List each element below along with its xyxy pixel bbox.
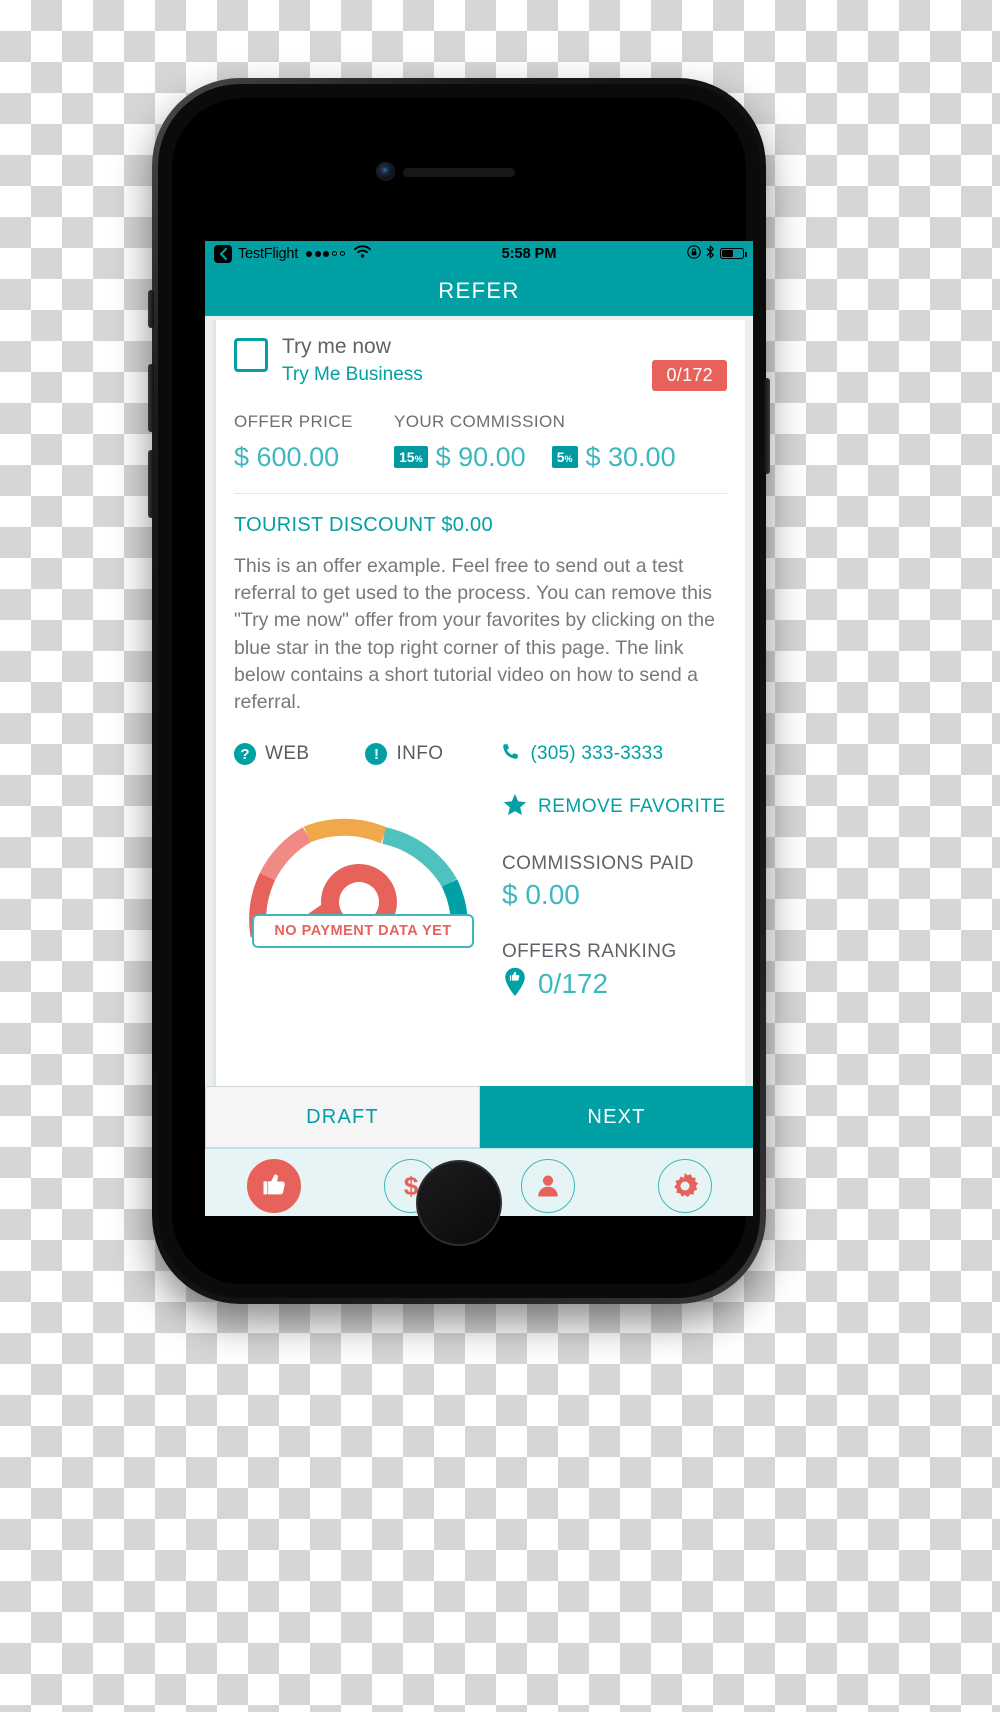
next-button[interactable]: NEXT: [480, 1086, 753, 1148]
info-action[interactable]: ! INFO: [365, 743, 444, 766]
bluetooth-icon: [706, 245, 715, 263]
commissions-paid-value: $ 0.00: [502, 878, 580, 910]
commission-2-value: $ 30.00: [585, 441, 676, 472]
divider: [234, 492, 727, 494]
phone-bezel: TestFlight 5:58 PM REFER Try me now Try …: [172, 98, 753, 1284]
status-bar-right: [687, 244, 747, 263]
commission-label: YOUR COMMISSION: [394, 411, 566, 431]
action-button-row: DRAFT NEXT: [205, 1086, 753, 1148]
commissions-paid-label: COMMISSIONS PAID: [502, 852, 694, 874]
offer-count-badge: 0/172: [652, 360, 727, 391]
web-action[interactable]: ? WEB: [234, 743, 310, 766]
web-label: WEB: [265, 743, 310, 765]
phone-device: TestFlight 5:58 PM REFER Try me now Try …: [148, 78, 770, 1304]
status-bar-time: 5:58 PM: [501, 245, 557, 262]
stats-right-column: REMOVE FAVORITE COMMISSIONS PAID $ 0.00 …: [484, 786, 727, 1002]
content-area: Try me now Try Me Business 0/172 OFFER P…: [205, 316, 753, 1086]
thumbs-up-icon: [246, 1158, 301, 1213]
tab-refer[interactable]: REFER: [205, 1149, 342, 1216]
no-payment-data-label: NO PAYMENT DATA YET: [252, 913, 474, 948]
offer-card: Try me now Try Me Business 0/172 OFFER P…: [213, 320, 745, 1086]
offer-description: This is an offer example. Feel free to s…: [234, 554, 715, 714]
power-button[interactable]: [764, 378, 770, 474]
gear-icon: [657, 1158, 712, 1213]
status-bar-left: TestFlight: [214, 244, 372, 263]
back-app-label[interactable]: TestFlight: [238, 246, 298, 262]
price-values-row: $ 600.00 15% $ 90.00 5% $ 30.00: [234, 442, 727, 473]
phone-screen: TestFlight 5:58 PM REFER Try me now Try …: [205, 241, 753, 1216]
wifi-icon: [354, 245, 372, 262]
page-title: REFER: [438, 278, 520, 303]
battery-icon: [720, 248, 747, 259]
volume-up-button[interactable]: [148, 364, 154, 432]
tab-setup[interactable]: SETUP: [616, 1149, 753, 1216]
tourist-discount-label: TOURIST DISCOUNT $0.00: [234, 513, 493, 536]
navbar: REFER: [205, 266, 753, 316]
remove-favorite-action[interactable]: REMOVE FAVORITE: [502, 792, 727, 823]
status-bar: TestFlight 5:58 PM: [205, 241, 753, 266]
draft-button[interactable]: DRAFT: [205, 1086, 480, 1148]
home-button[interactable]: [416, 1160, 502, 1246]
back-to-app-button[interactable]: [214, 244, 232, 263]
exclamation-mark-icon: !: [365, 743, 388, 766]
volume-down-button[interactable]: [148, 450, 154, 518]
offer-price-value: $ 600.00: [234, 441, 340, 472]
question-mark-icon: ?: [234, 743, 256, 766]
phone-inner-frame: TestFlight 5:58 PM REFER Try me now Try …: [158, 84, 760, 1298]
offer-checkbox[interactable]: [234, 338, 268, 372]
offers-ranking-row: 0/172: [502, 967, 727, 1002]
stats-section: NO PAYMENT DATA YET REMOVE FAVORITE COMM…: [234, 786, 727, 1002]
remove-favorite-label: REMOVE FAVORITE: [538, 796, 726, 818]
offer-actions-row: ? WEB ! INFO (305) 333-3333: [234, 741, 727, 768]
phone-icon: [499, 741, 521, 768]
price-labels-row: OFFER PRICE YOUR COMMISSION: [234, 412, 727, 432]
gauge-widget: NO PAYMENT DATA YET: [234, 786, 484, 1002]
silent-switch[interactable]: [148, 290, 154, 328]
rotation-lock-icon: [687, 244, 701, 263]
phone-action[interactable]: (305) 333-3333: [499, 741, 663, 768]
phone-number[interactable]: (305) 333-3333: [530, 743, 663, 765]
earpiece-speaker: [403, 168, 515, 177]
offers-ranking-label: OFFERS RANKING: [502, 940, 677, 962]
offer-price-label: OFFER PRICE: [234, 411, 353, 431]
commission-1-percent: 15%: [394, 446, 428, 469]
star-icon: [502, 792, 528, 823]
info-label: INFO: [396, 743, 444, 765]
signal-strength-icon: [306, 250, 346, 257]
person-icon: [520, 1158, 575, 1213]
offer-title: Try me now: [282, 335, 391, 358]
pin-thumbsup-icon: [502, 967, 528, 1002]
offers-ranking-value: 0/172: [538, 968, 609, 1000]
commission-1-value: $ 90.00: [435, 441, 526, 472]
commission-2-percent: 5%: [551, 446, 578, 469]
front-camera-icon: [376, 162, 395, 181]
